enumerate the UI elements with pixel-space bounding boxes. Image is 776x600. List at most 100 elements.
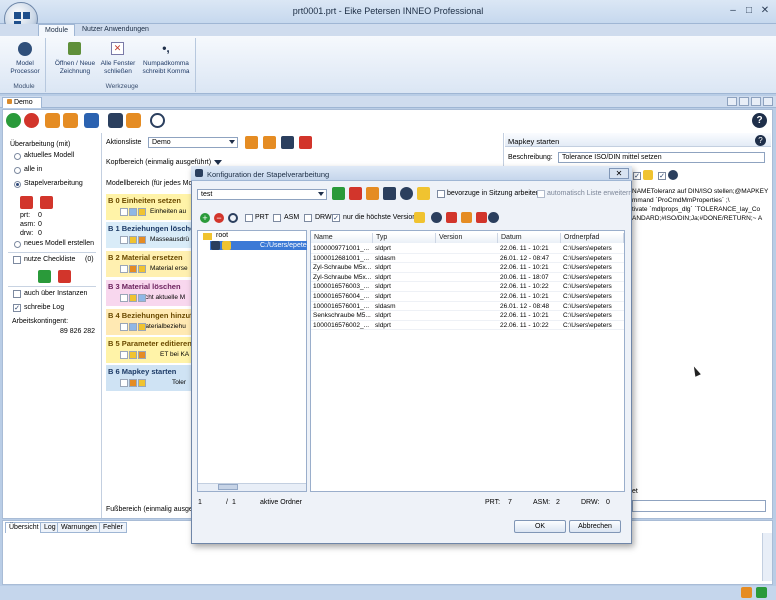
block-tool-icon[interactable] [120, 351, 128, 359]
filter-prt-checkbox[interactable] [245, 214, 253, 222]
chk-session[interactable] [437, 190, 445, 198]
block-tool-icon[interactable] [138, 351, 146, 359]
model-processor-button[interactable]: Model Processor [6, 40, 44, 80]
batch-config-icon[interactable] [40, 196, 53, 209]
block-tool-icon[interactable] [138, 208, 146, 216]
block-tool-icon[interactable] [120, 265, 128, 273]
checkbox-log[interactable]: ✓ [13, 304, 21, 312]
tab-module[interactable]: Module [38, 24, 75, 36]
dlg-search-icon[interactable] [400, 187, 413, 200]
close-all-windows-button[interactable]: ✕ Alle Fenster schließen [98, 40, 138, 80]
block-tool-icon[interactable] [138, 265, 146, 273]
block-tool-icon[interactable] [129, 323, 137, 331]
block-tool-icon[interactable] [129, 351, 137, 359]
help-red-icon[interactable] [24, 113, 39, 128]
block-tool-icon[interactable] [120, 208, 128, 216]
tree-refresh-icon[interactable] [228, 213, 238, 223]
col-typ[interactable]: Typ [373, 233, 436, 243]
block-tool-icon[interactable] [120, 379, 128, 387]
open-list-icon[interactable] [63, 113, 78, 128]
doc-close-button[interactable] [763, 97, 773, 106]
block-tool-icon[interactable] [129, 208, 137, 216]
tree-remove-icon[interactable]: − [214, 213, 224, 223]
cancel-button[interactable]: Abbrechen [569, 520, 621, 533]
block-tool-icon[interactable] [138, 236, 146, 244]
kopfbereich-expand-icon[interactable] [214, 160, 222, 165]
block-tool-icon[interactable] [138, 294, 146, 302]
ok-button[interactable]: OK [514, 520, 566, 533]
radio-alle-in[interactable] [14, 167, 21, 174]
close-button[interactable]: ✕ [758, 5, 772, 17]
new-list-icon[interactable] [45, 113, 60, 128]
col-name[interactable]: Name [311, 233, 373, 243]
message-scrollbar[interactable] [762, 533, 772, 581]
right-help-icon[interactable]: ? [755, 135, 766, 146]
filter-latest-checkbox[interactable]: ✓ [332, 214, 340, 222]
doc-tab-demo[interactable]: Demo [2, 97, 42, 108]
desc-field[interactable]: Tolerance ISO/DIN mittel setzen [558, 152, 765, 163]
tree-hscroll-thumb[interactable] [218, 484, 238, 490]
record-icon[interactable] [150, 113, 165, 128]
radio-stapelverarbeitung[interactable] [14, 181, 21, 188]
checkbox-checkliste[interactable] [13, 256, 21, 264]
block-tool-icon[interactable] [138, 323, 146, 331]
tab-warnungen[interactable]: Warnungen [57, 522, 101, 533]
dialog-close-button[interactable]: ✕ [609, 168, 629, 179]
block-tool-icon[interactable] [129, 294, 137, 302]
save-as-icon[interactable] [108, 113, 123, 128]
dlg-add-list-icon[interactable] [332, 187, 345, 200]
block-tool-icon[interactable] [129, 379, 137, 387]
dlg-number-icon[interactable] [383, 187, 396, 200]
checklist-add-icon[interactable] [38, 270, 51, 283]
right-option-checkbox-2[interactable]: ✓ [658, 172, 666, 180]
tree-add-icon[interactable]: + [200, 213, 210, 223]
grid-remove-icon[interactable] [446, 212, 457, 223]
dlg-options-icon[interactable] [417, 187, 430, 200]
save-icon[interactable] [84, 113, 99, 128]
numpad-comma-button[interactable]: •, Numpadkomma schreibt Komma [140, 40, 192, 80]
list-delete-icon[interactable] [299, 136, 312, 149]
grid-clear-icon[interactable] [476, 212, 487, 223]
block-tool-icon[interactable] [138, 379, 146, 387]
open-new-drawing-button[interactable]: Öffnen / Neue Zeichnung [52, 40, 98, 80]
batch-folder-icon[interactable] [20, 196, 33, 209]
minimize-button[interactable]: – [726, 5, 740, 17]
export-icon[interactable] [126, 113, 141, 128]
filter-asm-checkbox[interactable] [273, 214, 281, 222]
block-tool-icon[interactable] [120, 323, 128, 331]
col-version[interactable]: Version [436, 233, 498, 243]
list-open-icon[interactable] [263, 136, 276, 149]
block-tool-icon[interactable] [129, 236, 137, 244]
status-icon-1[interactable] [741, 587, 752, 598]
grid-info-icon[interactable] [431, 212, 442, 223]
tab-uebersicht[interactable]: Übersicht [5, 522, 43, 533]
checklist-edit-icon[interactable] [58, 270, 71, 283]
run-icon[interactable] [6, 113, 21, 128]
block-tool-icon[interactable] [120, 236, 128, 244]
filter-apply-icon[interactable] [414, 212, 425, 223]
help-icon[interactable]: ? [752, 113, 767, 128]
grid-export-icon[interactable] [461, 212, 472, 223]
radio-neues-modell[interactable] [14, 241, 21, 248]
dialog-list-select[interactable]: test [197, 189, 327, 200]
scroll-right-button[interactable] [739, 97, 749, 106]
doc-menu-button[interactable] [751, 97, 761, 106]
tree-hscrollbar[interactable] [198, 483, 306, 491]
list-new-icon[interactable] [245, 136, 258, 149]
radio-aktuelles-modell[interactable] [14, 153, 21, 160]
col-ordnerpfad[interactable]: Ordnerpfad [561, 233, 624, 243]
block-tool-icon[interactable] [129, 265, 137, 273]
tab-fehler[interactable]: Fehler [99, 522, 127, 533]
dlg-remove-list-icon[interactable] [349, 187, 362, 200]
checkbox-instanzen[interactable] [13, 290, 21, 298]
status-icon-2[interactable] [756, 587, 767, 598]
list-info-icon[interactable] [281, 136, 294, 149]
right-option-checkbox-1[interactable]: ✓ [633, 172, 641, 180]
block-tool-icon[interactable] [120, 294, 128, 302]
right-bottom-field[interactable] [632, 500, 766, 512]
maximize-button[interactable]: □ [742, 5, 756, 17]
dlg-open-icon[interactable] [366, 187, 379, 200]
filter-drw-checkbox[interactable] [304, 214, 312, 222]
tree-root[interactable]: root [216, 232, 228, 239]
aktionsliste-select[interactable]: Demo [148, 137, 238, 148]
